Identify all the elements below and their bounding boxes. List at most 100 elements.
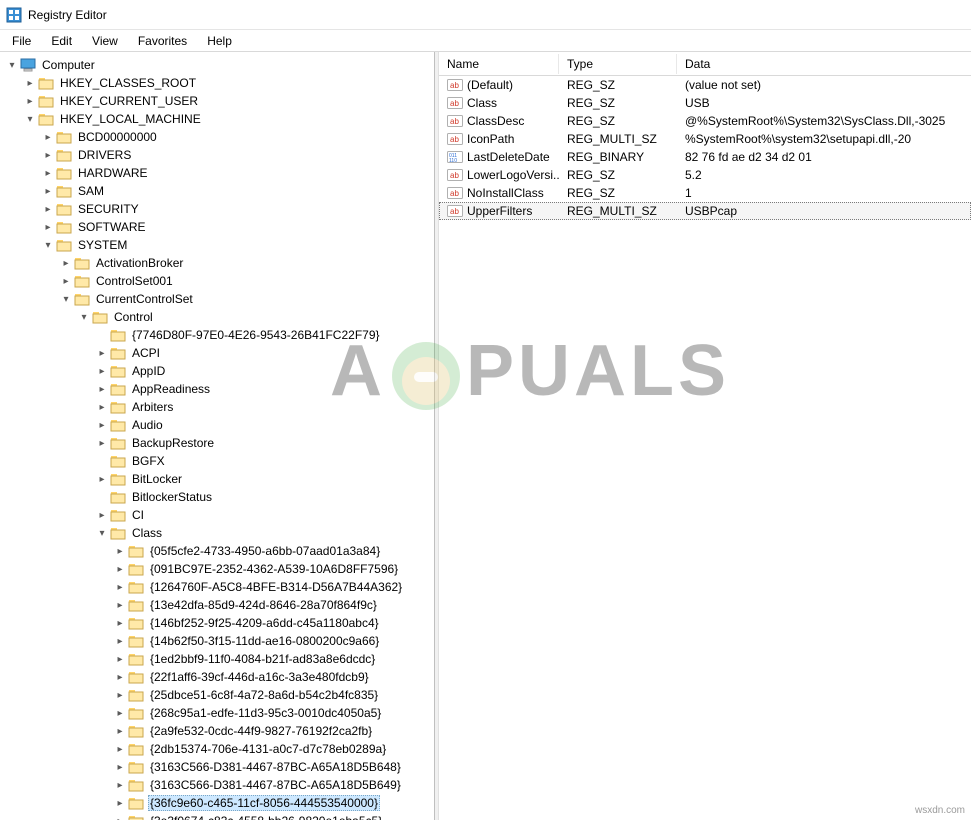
chevron-right-icon[interactable]: ▸ [42,185,54,197]
registry-value-row[interactable]: abNoInstallClassREG_SZ1 [439,184,971,202]
chevron-right-icon[interactable]: ▸ [96,437,108,449]
chevron-right-icon[interactable]: ▸ [96,419,108,431]
chevron-right-icon[interactable]: ▸ [114,815,126,820]
menu-favorites[interactable]: Favorites [128,32,197,50]
registry-value-row[interactable]: 011110LastDeleteDateREG_BINARY82 76 fd a… [439,148,971,166]
chevron-right-icon[interactable]: ▸ [114,653,126,665]
tree-root-computer[interactable]: ▾ Computer [6,56,434,74]
tree-appid[interactable]: ▸AppID [96,362,434,380]
tree-drivers[interactable]: ▸DRIVERS [42,146,434,164]
chevron-right-icon[interactable]: ▸ [114,797,126,809]
chevron-right-icon[interactable]: ▸ [114,617,126,629]
chevron-right-icon[interactable]: ▸ [96,509,108,521]
tree-hkcr[interactable]: ▸ HKEY_CLASSES_ROOT [24,74,434,92]
tree-sam[interactable]: ▸SAM [42,182,434,200]
tree-control-guid[interactable]: ▸{7746D80F-97E0-4E26-9543-26B41FC22F79} [96,326,434,344]
chevron-right-icon[interactable]: ▸ [114,761,126,773]
tree-audio[interactable]: ▸Audio [96,416,434,434]
chevron-right-icon[interactable]: ▸ [114,671,126,683]
chevron-right-icon[interactable]: ▸ [114,743,126,755]
tree-class-guid[interactable]: ▸{2db15374-706e-4131-a0c7-d7c78eb0289a} [114,740,434,758]
chevron-right-icon[interactable]: ▸ [24,95,36,107]
chevron-right-icon[interactable]: ▸ [114,581,126,593]
chevron-right-icon[interactable]: ▸ [114,689,126,701]
registry-value-row[interactable]: abIconPathREG_MULTI_SZ%SystemRoot%\syste… [439,130,971,148]
chevron-down-icon[interactable]: ▾ [96,527,108,539]
registry-value-row[interactable]: abUpperFiltersREG_MULTI_SZUSBPcap [439,202,971,220]
tree-class-guid[interactable]: ▸{25dbce51-6c8f-4a72-8a6d-b54c2b4fc835} [114,686,434,704]
tree-class-guid[interactable]: ▸{268c95a1-edfe-11d3-95c3-0010dc4050a5} [114,704,434,722]
tree-bitlocker[interactable]: ▸BitLocker [96,470,434,488]
chevron-right-icon[interactable]: ▸ [96,365,108,377]
tree-hardware[interactable]: ▸HARDWARE [42,164,434,182]
tree-pane[interactable]: ▾ Computer ▸ HKEY_CLASSES_ROOT ▸ HKEY_CU… [0,52,435,820]
tree-class-guid[interactable]: ▸{146bf252-9f25-4209-a6dd-c45a1180abc4} [114,614,434,632]
tree-ci[interactable]: ▸CI [96,506,434,524]
chevron-right-icon[interactable]: ▸ [96,383,108,395]
tree-hklm[interactable]: ▾ HKEY_LOCAL_MACHINE [24,110,434,128]
chevron-right-icon[interactable]: ▸ [60,275,72,287]
chevron-right-icon[interactable]: ▸ [42,131,54,143]
tree-class-guid[interactable]: ▸{3e3f0674-c83c-4558-bb26-9820e1eba5c5} [114,812,434,820]
tree-backuprestore[interactable]: ▸BackupRestore [96,434,434,452]
tree-class[interactable]: ▾Class [96,524,434,542]
menu-help[interactable]: Help [197,32,242,50]
chevron-right-icon[interactable]: ▸ [114,779,126,791]
chevron-right-icon[interactable]: ▸ [42,149,54,161]
tree-bcd[interactable]: ▸BCD00000000 [42,128,434,146]
tree-software[interactable]: ▸SOFTWARE [42,218,434,236]
chevron-right-icon[interactable]: ▸ [42,203,54,215]
chevron-right-icon[interactable]: ▸ [60,257,72,269]
chevron-right-icon[interactable]: ▸ [114,599,126,611]
tree-class-guid[interactable]: ▸{36fc9e60-c465-11cf-8056-444553540000} [114,794,434,812]
chevron-down-icon[interactable]: ▾ [24,113,36,125]
tree-class-guid[interactable]: ▸{14b62f50-3f15-11dd-ae16-0800200c9a66} [114,632,434,650]
tree-class-guid[interactable]: ▸{1264760F-A5C8-4BFE-B314-D56A7B44A362} [114,578,434,596]
header-type[interactable]: Type [559,54,677,74]
tree-arbiters[interactable]: ▸Arbiters [96,398,434,416]
chevron-down-icon[interactable]: ▾ [78,311,90,323]
chevron-right-icon[interactable]: ▸ [114,725,126,737]
chevron-right-icon[interactable]: ▸ [24,77,36,89]
chevron-down-icon[interactable]: ▾ [42,239,54,251]
tree-activationbroker[interactable]: ▸ActivationBroker [60,254,434,272]
tree-currentcontrolset[interactable]: ▾CurrentControlSet [60,290,434,308]
header-name[interactable]: Name [439,54,559,74]
tree-acpi[interactable]: ▸ACPI [96,344,434,362]
tree-class-guid[interactable]: ▸{3163C566-D381-4467-87BC-A65A18D5B648} [114,758,434,776]
list-pane[interactable]: Name Type Data ab(Default)REG_SZ(value n… [439,52,971,820]
tree-class-guid[interactable]: ▸{2a9fe532-0cdc-44f9-9827-76192f2ca2fb} [114,722,434,740]
tree-hkcu[interactable]: ▸ HKEY_CURRENT_USER [24,92,434,110]
tree-class-guid[interactable]: ▸{091BC97E-2352-4362-A539-10A6D8FF7596} [114,560,434,578]
tree-security[interactable]: ▸SECURITY [42,200,434,218]
chevron-right-icon[interactable]: ▸ [114,563,126,575]
menu-edit[interactable]: Edit [41,32,82,50]
tree-bgfx[interactable]: ▸BGFX [96,452,434,470]
chevron-right-icon[interactable]: ▸ [114,545,126,557]
header-data[interactable]: Data [677,54,971,74]
chevron-right-icon[interactable]: ▸ [42,221,54,233]
chevron-right-icon[interactable]: ▸ [96,473,108,485]
tree-controlset001[interactable]: ▸ControlSet001 [60,272,434,290]
tree-class-guid[interactable]: ▸{1ed2bbf9-11f0-4084-b21f-ad83a8e6dcdc} [114,650,434,668]
chevron-right-icon[interactable]: ▸ [42,167,54,179]
tree-class-guid[interactable]: ▸{05f5cfe2-4733-4950-a6bb-07aad01a3a84} [114,542,434,560]
menu-file[interactable]: File [2,32,41,50]
chevron-down-icon[interactable]: ▾ [6,59,18,71]
registry-value-row[interactable]: abLowerLogoVersi...REG_SZ5.2 [439,166,971,184]
tree-class-guid[interactable]: ▸{13e42dfa-85d9-424d-8646-28a70f864f9c} [114,596,434,614]
tree-system[interactable]: ▾SYSTEM [42,236,434,254]
tree-class-guid[interactable]: ▸{3163C566-D381-4467-87BC-A65A18D5B649} [114,776,434,794]
chevron-right-icon[interactable]: ▸ [114,707,126,719]
tree-control[interactable]: ▾Control [78,308,434,326]
menu-view[interactable]: View [82,32,128,50]
chevron-right-icon[interactable]: ▸ [96,401,108,413]
chevron-right-icon[interactable]: ▸ [114,635,126,647]
registry-value-row[interactable]: abClassDescREG_SZ@%SystemRoot%\System32\… [439,112,971,130]
registry-value-row[interactable]: abClassREG_SZUSB [439,94,971,112]
chevron-right-icon[interactable]: ▸ [96,347,108,359]
tree-appreadiness[interactable]: ▸AppReadiness [96,380,434,398]
chevron-down-icon[interactable]: ▾ [60,293,72,305]
tree-class-guid[interactable]: ▸{22f1aff6-39cf-446d-a16c-3a3e480fdcb9} [114,668,434,686]
registry-value-row[interactable]: ab(Default)REG_SZ(value not set) [439,76,971,94]
